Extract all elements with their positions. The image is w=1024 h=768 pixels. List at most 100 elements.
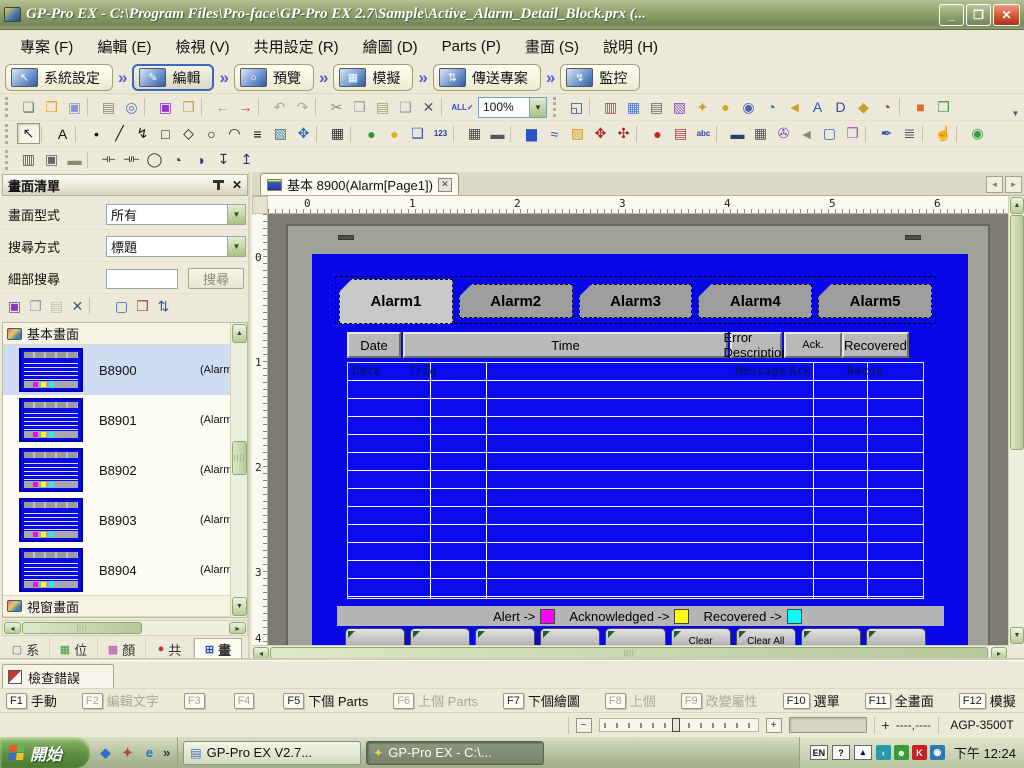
menu-item[interactable]: 共用設定 (R) [242, 31, 351, 62]
tab-color[interactable]: ▩ 顏 [98, 638, 146, 660]
open-screen-icon[interactable]: ❒ [177, 97, 200, 118]
dot-tool-icon[interactable]: • [85, 123, 108, 144]
screen-list-vscrollbar[interactable]: ▲ |||| ▼ [230, 323, 247, 617]
panel-close-icon[interactable]: ✕ [232, 178, 242, 192]
preview-screen-icon[interactable]: ▢ [111, 296, 132, 317]
window-screen-icon[interactable]: ▬ [726, 123, 749, 144]
edit-button[interactable]: ✎ 編輯 [132, 64, 214, 91]
screen-list-hscrollbar[interactable]: ◂ |||| ▸ [2, 620, 248, 636]
zoom-slider-knob[interactable] [672, 718, 680, 732]
new-icon[interactable]: ❏ [17, 97, 40, 118]
function-key[interactable]: F12 模擬 [959, 691, 1016, 710]
hmi-screen[interactable]: Alarm1Alarm2Alarm3Alarm4Alarm5 DateTimeE… [312, 254, 968, 645]
alarm-table[interactable]: DateTrigMessageAckRecov [347, 362, 924, 599]
search-method-select[interactable]: 標題 ▼ [106, 236, 246, 257]
paste-screen-icon[interactable]: ▤ [46, 296, 67, 317]
function-key[interactable]: F10 選單 [783, 691, 840, 710]
monitor-button[interactable]: ↯ 監控 [560, 64, 640, 91]
coil-icon[interactable]: ◯ [143, 149, 166, 170]
pin-icon[interactable] [213, 179, 224, 191]
function-key[interactable]: F4 [234, 693, 259, 709]
rect-tool-icon[interactable]: □ [154, 123, 177, 144]
screen-color-icon[interactable]: ■ [909, 97, 932, 118]
separator[interactable] [41, 125, 50, 143]
film-strip-icon[interactable]: ▦ [749, 123, 772, 144]
alarm-action-button[interactable] [540, 628, 600, 645]
counter-icon[interactable]: ◑ [189, 149, 212, 170]
toolbar-grip[interactable] [5, 124, 13, 144]
toolbar-grip[interactable] [553, 97, 561, 117]
separator[interactable] [716, 125, 725, 143]
alarm-action-button[interactable] [345, 628, 405, 645]
window-parts-icon[interactable]: ❏ [406, 123, 429, 144]
dropdown-arrow-icon[interactable]: ▼ [227, 237, 245, 256]
separator[interactable] [899, 98, 908, 116]
operation-log-icon[interactable]: ● [714, 97, 737, 118]
remote-monitor-icon[interactable]: ▢ [818, 123, 841, 144]
tab-system[interactable]: ▢ 系 [2, 638, 50, 660]
separator[interactable] [441, 98, 450, 116]
taskbar-task-gppro-help[interactable]: ▤ GP-Pro EX V2.7... [183, 741, 361, 765]
change-order-icon[interactable]: ⇅ [153, 296, 174, 317]
line-graph-icon[interactable]: ≈ [543, 123, 566, 144]
trend-graph-icon[interactable]: ▨ [566, 123, 589, 144]
editor-tab-8900[interactable]: 基本 8900(Alarm[Page1]) ✕ [260, 173, 459, 195]
screen-item-b8904[interactable]: B8904 (Alarm (P [3, 545, 232, 595]
function-key[interactable]: F3 [184, 693, 209, 709]
close-button[interactable]: ✕ [993, 4, 1020, 26]
sound-icon[interactable]: ◄ [783, 97, 806, 118]
dropdown-arrow-icon[interactable]: ▼ [227, 205, 245, 224]
transfer-project-button[interactable]: ⇅ 傳送專案 [433, 64, 541, 91]
tray-collapse-icon[interactable]: ▴ [854, 745, 872, 760]
up-icon[interactable]: ↥ [235, 149, 258, 170]
workflow-chevron[interactable]: » [543, 64, 558, 91]
global-function-icon[interactable]: ◆ [852, 97, 875, 118]
separator[interactable] [315, 98, 324, 116]
alarm-settings-icon[interactable]: ▥ [599, 97, 622, 118]
window-screens-section[interactable]: 視窗畫面 [3, 595, 231, 617]
io-screen-icon[interactable]: ▣ [40, 149, 63, 170]
keypad-icon[interactable]: ▦ [463, 123, 486, 144]
tray-messenger-icon[interactable]: ☻ [894, 745, 909, 760]
separator[interactable] [258, 98, 267, 116]
image-tool-icon[interactable]: ▧ [269, 123, 292, 144]
tray-display-icon[interactable]: ◉ [930, 745, 945, 760]
preview-button[interactable]: ○ 預覽 [234, 64, 314, 91]
tab-screen[interactable]: ⊞ 畫 [194, 638, 242, 660]
csv-output-icon[interactable]: ▤ [645, 97, 668, 118]
function-key[interactable]: F6 上個 Parts [393, 691, 478, 710]
separator[interactable] [956, 125, 965, 143]
label-icon[interactable]: ▬ [63, 149, 86, 170]
scroll-thumb[interactable] [1010, 215, 1024, 450]
scroll-thumb[interactable]: |||| [270, 647, 988, 659]
alarm-bell-icon[interactable]: ● [646, 123, 669, 144]
detail-search-input[interactable] [106, 269, 178, 289]
quick-launch-more-icon[interactable]: » [163, 745, 170, 760]
screen-item-b8903[interactable]: B8903 (Alarm (P [3, 495, 232, 545]
alarm-action-button[interactable] [475, 628, 535, 645]
alarm-legend[interactable]: Alert -> Acknowledged -> Rec [337, 606, 944, 626]
zoom-dropdown-icon[interactable]: ▼ [529, 98, 546, 117]
separator[interactable] [144, 98, 153, 116]
function-key[interactable]: F8 上個 [605, 691, 656, 710]
tray-arrow-icon[interactable]: ‹ [876, 745, 891, 760]
zoom-combobox[interactable]: 100% ▼ [478, 97, 547, 118]
scroll-up-icon[interactable]: ▲ [1010, 197, 1024, 214]
d-script-icon[interactable]: D [829, 97, 852, 118]
separator[interactable] [510, 125, 519, 143]
zoom-window-icon[interactable]: ◱ [565, 97, 588, 118]
function-key[interactable]: F2 編輯文字 [82, 691, 159, 710]
scheduler-icon[interactable]: ◔ [875, 97, 898, 118]
new-screen-icon[interactable]: ▣ [4, 296, 25, 317]
screen-item-b8900[interactable]: B8900 (Alarm (P [3, 345, 232, 395]
scale-tool-icon[interactable]: ≡ [246, 123, 269, 144]
function-key[interactable]: F5 下個 Parts [283, 691, 368, 710]
alarm-tab-group[interactable]: Alarm1Alarm2Alarm3Alarm4Alarm5 [335, 276, 936, 324]
zoom-in-button[interactable]: + [766, 718, 782, 733]
paste-icon[interactable]: ▤ [371, 97, 394, 118]
screen-item-b8901[interactable]: B8901 (Alarm (P [3, 395, 232, 445]
sampling-icon[interactable]: ◉ [737, 97, 760, 118]
screen-type-select[interactable]: 所有 ▼ [106, 204, 246, 225]
tab-common[interactable]: ● 共 [146, 638, 194, 660]
copy-screen-icon[interactable]: ❐ [25, 296, 46, 317]
